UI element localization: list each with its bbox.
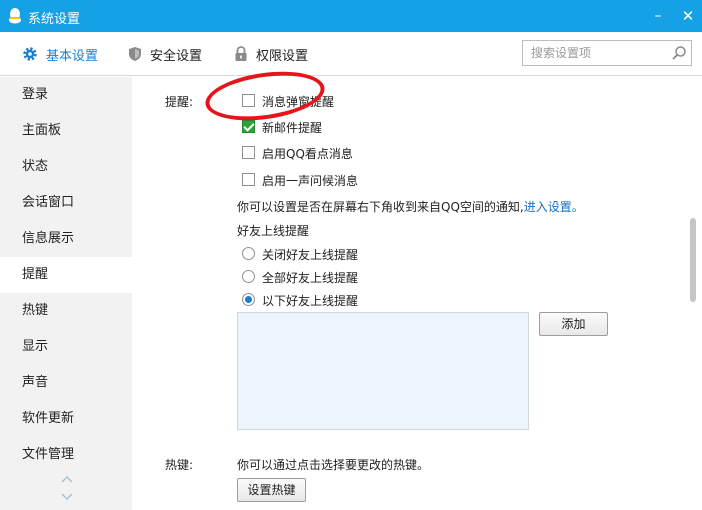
minimize-button[interactable]: – <box>648 6 668 26</box>
sidebar-item-hotkey[interactable]: 热键 <box>0 293 132 329</box>
disable-friend-online-label[interactable]: 关闭好友上线提醒 <box>262 246 358 263</box>
qq-kandian-checkbox[interactable] <box>242 146 255 159</box>
tab-basic-settings[interactable]: 基本设置 <box>22 44 98 64</box>
new-mail-reminder-label[interactable]: 新邮件提醒 <box>262 119 322 136</box>
search-input[interactable] <box>523 41 663 65</box>
sidebar-item-chat-window[interactable]: 会话窗口 <box>0 185 132 221</box>
sidebar-item-sound[interactable]: 声音 <box>0 365 132 401</box>
following-friends-online-radio[interactable] <box>242 293 255 306</box>
qq-kandian-label[interactable]: 启用QQ看点消息 <box>262 145 353 162</box>
hotkey-section-label: 热键: <box>165 458 194 472</box>
all-friends-online-label[interactable]: 全部好友上线提醒 <box>262 269 358 286</box>
tab-label: 权限设置 <box>256 48 309 64</box>
hotkey-description: 你可以通过点击选择要更改的热键。 <box>237 458 430 472</box>
sidebar-scroll-arrows-icon[interactable] <box>60 473 74 505</box>
close-button[interactable]: ✕ <box>678 6 698 26</box>
settings-content-panel: 提醒: 消息弹窗提醒 新邮件提醒 启用QQ看点消息 启用一声问候消息 你可以设置… <box>132 77 702 510</box>
window-title: 系统设置 <box>28 12 81 27</box>
settings-search-box[interactable] <box>522 40 692 66</box>
tab-label: 安全设置 <box>150 48 203 64</box>
sidebar-item-reminder[interactable]: 提醒 <box>0 257 132 293</box>
add-friend-button[interactable]: 添加 <box>539 312 608 336</box>
all-friends-online-radio[interactable] <box>242 270 255 283</box>
sidebar-item-login[interactable]: 登录 <box>0 77 132 113</box>
popup-reminder-label[interactable]: 消息弹窗提醒 <box>262 93 334 110</box>
qzone-notice-text: 你可以设置是否在屏幕右下角收到来自QQ空间的通知,进入设置。 <box>237 198 584 215</box>
reminder-section-label: 提醒: <box>165 95 194 109</box>
shield-icon <box>129 47 141 61</box>
popup-reminder-checkbox[interactable] <box>242 94 255 107</box>
sidebar-item-software-update[interactable]: 软件更新 <box>0 401 132 437</box>
gear-icon <box>23 47 37 61</box>
sidebar-item-status[interactable]: 状态 <box>0 149 132 185</box>
greeting-message-checkbox[interactable] <box>242 173 255 186</box>
tab-label: 基本设置 <box>46 48 99 64</box>
qq-penguin-icon <box>9 8 21 24</box>
settings-tab-bar: 基本设置 安全设置 权限设置 <box>0 32 702 76</box>
new-mail-reminder-checkbox[interactable] <box>242 120 255 133</box>
enter-settings-link[interactable]: 进入设置。 <box>524 200 584 214</box>
qzone-notice-description: 你可以设置是否在屏幕右下角收到来自QQ空间的通知, <box>237 200 524 214</box>
sidebar-item-file-management[interactable]: 文件管理 <box>0 437 132 473</box>
settings-sidebar: 登录 主面板 状态 会话窗口 信息展示 提醒 热键 显示 声音 软件更新 文件管… <box>0 77 132 510</box>
disable-friend-online-radio[interactable] <box>242 247 255 260</box>
friend-list-box[interactable] <box>237 312 529 430</box>
sidebar-item-display[interactable]: 显示 <box>0 329 132 365</box>
content-scrollbar[interactable] <box>690 218 696 302</box>
lock-icon <box>235 46 247 61</box>
set-hotkey-button[interactable]: 设置热键 <box>237 478 306 502</box>
greeting-message-label[interactable]: 启用一声问候消息 <box>262 172 358 189</box>
sidebar-item-main-panel[interactable]: 主面板 <box>0 113 132 149</box>
tab-permission-settings[interactable]: 权限设置 <box>234 44 308 64</box>
search-icon[interactable] <box>671 45 687 61</box>
following-friends-online-label[interactable]: 以下好友上线提醒 <box>262 292 358 309</box>
sidebar-item-info-display[interactable]: 信息展示 <box>0 221 132 257</box>
tab-security-settings[interactable]: 安全设置 <box>128 44 202 64</box>
title-bar: 系统设置 – ✕ <box>0 0 702 32</box>
friend-online-title: 好友上线提醒 <box>237 224 310 238</box>
